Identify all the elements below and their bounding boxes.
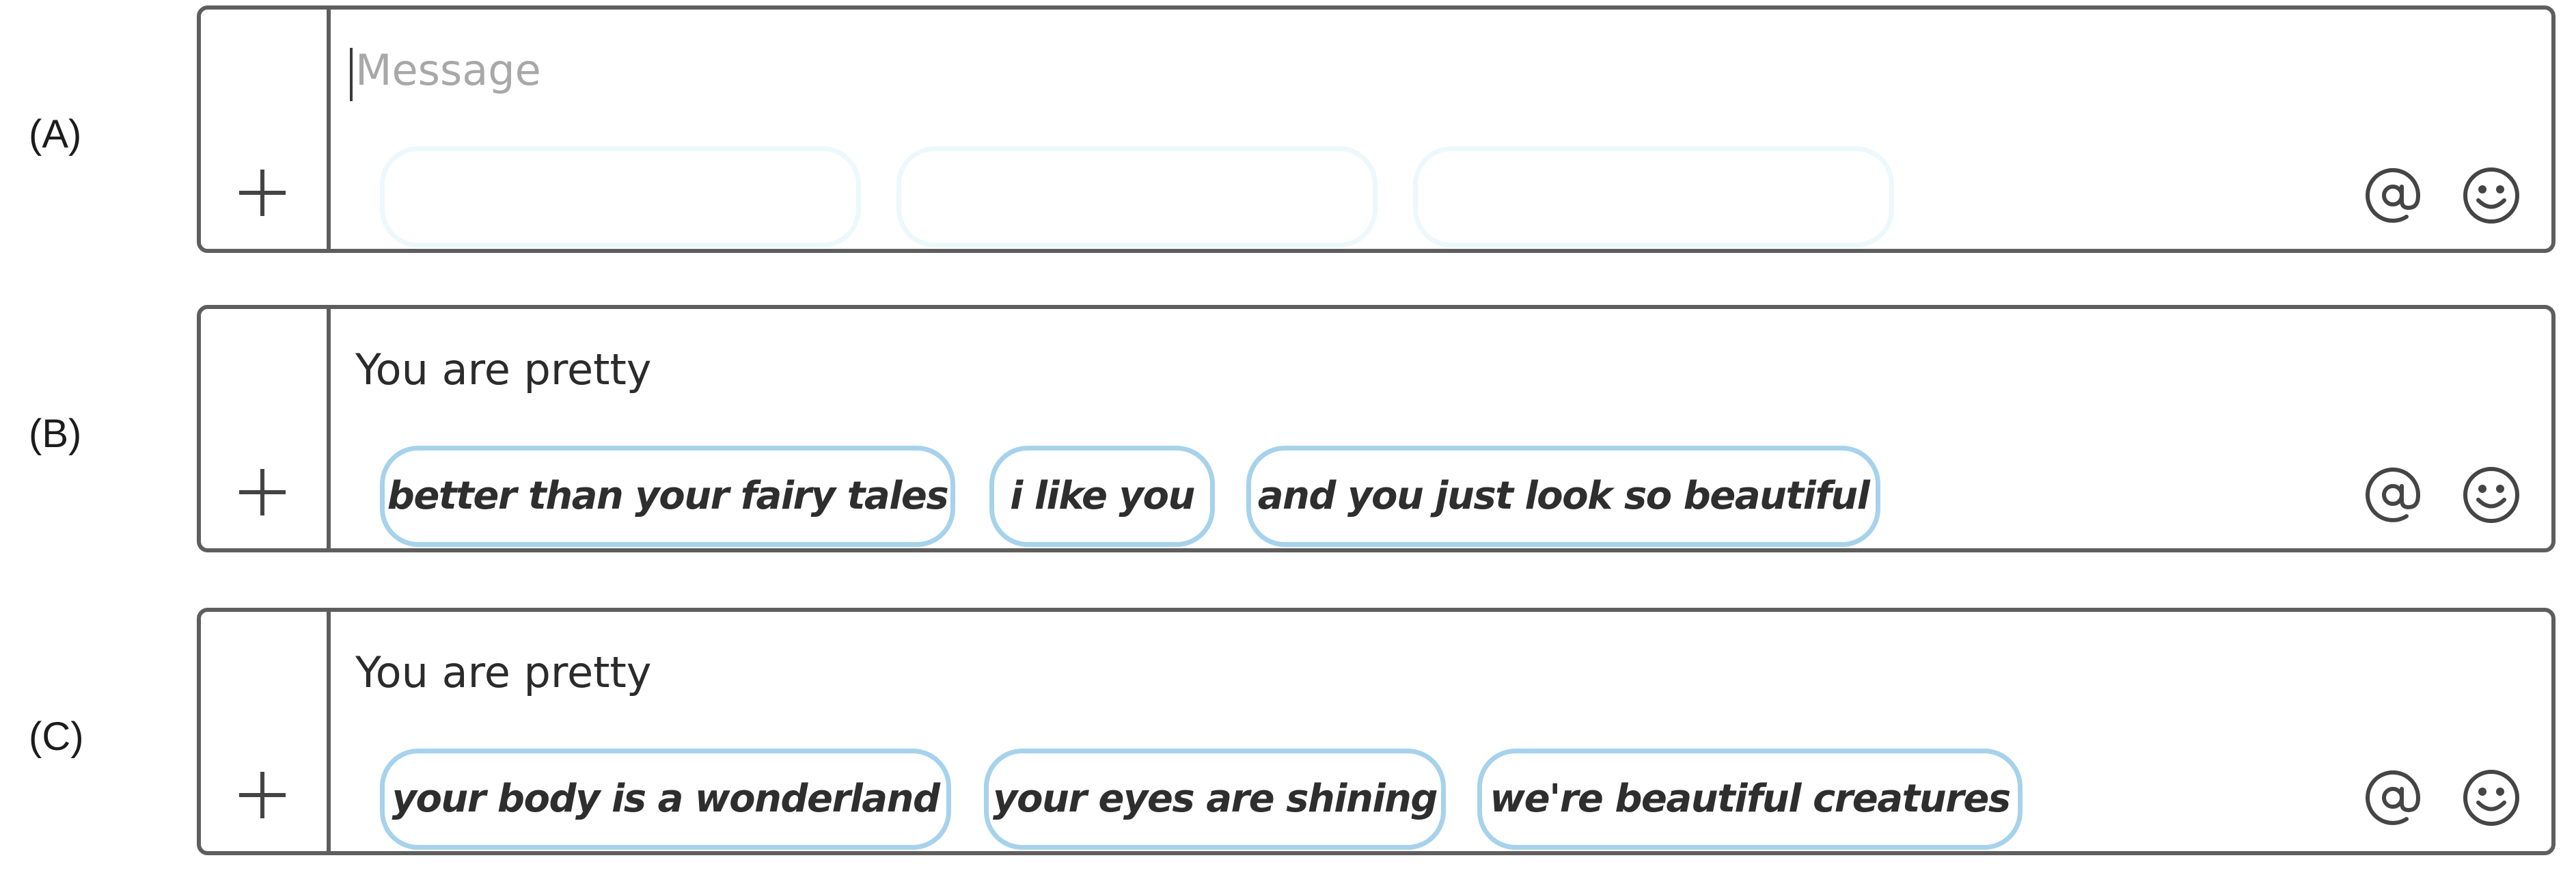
message-text[interactable]: You are pretty [355,349,652,391]
smiley-face-icon[interactable] [2460,766,2523,829]
at-sign-icon[interactable] [2361,464,2424,526]
suggestion-chip[interactable] [380,146,861,247]
attach-area [201,10,331,249]
attach-area [201,612,331,851]
composer-row-b: (B) You are pretty better than your fair… [0,305,2576,565]
message-composer: You are pretty your body is a wonderland… [197,608,2556,855]
composer-row-a: (A) [0,5,2576,265]
suggestion-chip[interactable]: your body is a wonderland [380,749,951,850]
attach-area [201,309,331,548]
row-label: (A) [29,112,82,157]
plus-icon[interactable] [230,762,295,828]
message-composer [197,5,2556,253]
message-input[interactable] [355,42,1312,97]
composer-row-c: (C) You are pretty your body is a wonder… [0,608,2576,868]
suggestion-chip[interactable]: i like you [989,446,1215,547]
text-caret [350,48,353,101]
smiley-face-icon[interactable] [2460,464,2523,526]
suggestion-chip[interactable] [1413,146,1894,247]
row-label: (B) [29,412,82,456]
plus-icon[interactable] [230,160,295,226]
row-label: (C) [29,714,84,759]
message-text[interactable]: You are pretty [355,652,652,694]
suggestion-chip[interactable]: better than your fairy tales [380,446,955,547]
suggestion-chip[interactable] [896,146,1378,247]
plus-icon[interactable] [230,459,295,525]
smiley-face-icon[interactable] [2460,164,2523,227]
suggestion-chip[interactable]: and you just look so beautiful [1246,446,1880,547]
message-composer: You are pretty better than your fairy ta… [197,305,2556,552]
suggestion-chip[interactable]: we're beautiful creatures [1477,749,2023,850]
at-sign-icon[interactable] [2361,766,2424,829]
suggestion-chip[interactable]: your eyes are shining [984,749,1446,850]
at-sign-icon[interactable] [2361,164,2424,227]
